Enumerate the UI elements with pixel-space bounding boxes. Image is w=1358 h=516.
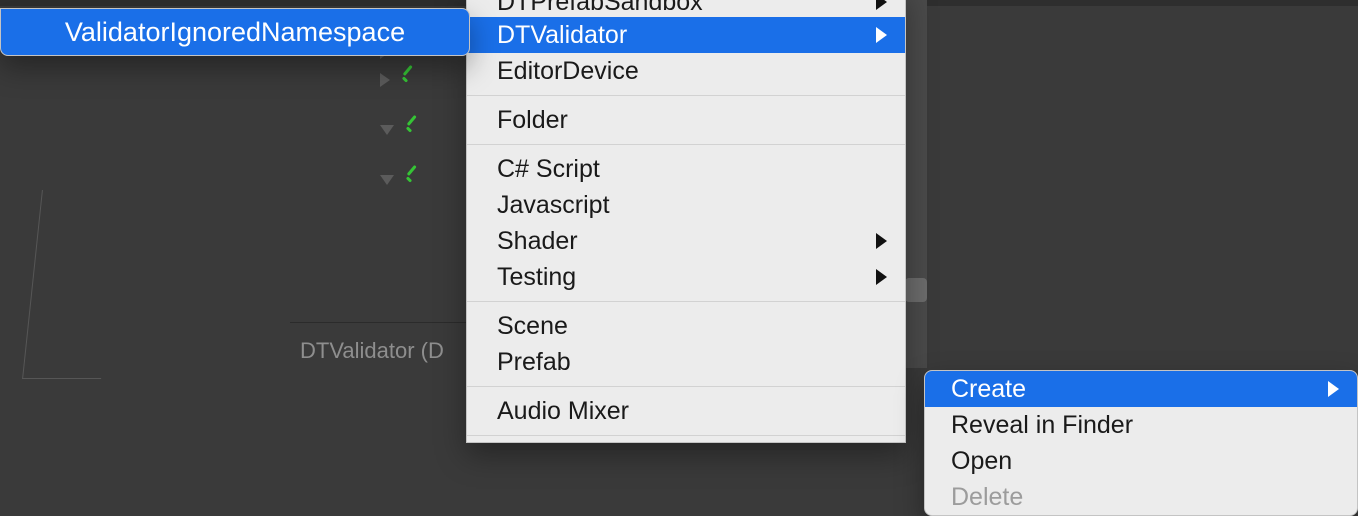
menu-separator [467, 95, 905, 96]
check-icon [404, 171, 422, 189]
asset-context-menu: Create Reveal in Finder Open Delete [924, 370, 1358, 516]
chevron-right-icon [876, 269, 887, 285]
check-icon [400, 71, 418, 89]
menu-item-folder[interactable]: Folder [467, 102, 905, 138]
menu-item-reveal-in-finder[interactable]: Reveal in Finder [925, 407, 1357, 443]
scrollbar-thumb[interactable] [905, 278, 927, 302]
menu-item-c-script[interactable]: C# Script [467, 151, 905, 187]
menu-item-dtvalidator[interactable]: DTValidator [467, 17, 905, 53]
menu-separator [467, 144, 905, 145]
menu-item-editordevice[interactable]: EditorDevice [467, 53, 905, 89]
menu-item-label: C# Script [497, 155, 600, 184]
validator-submenu: ValidatorIgnoredNamespace [0, 8, 470, 56]
asset-path-label: DTValidator (D [300, 338, 444, 364]
menu-item-prefab[interactable]: Prefab [467, 344, 905, 380]
menu-item-label: Folder [497, 106, 568, 135]
menu-item-label: Scene [497, 312, 568, 341]
menu-item-label: EditorDevice [497, 57, 639, 86]
menu-item-testing[interactable]: Testing [467, 259, 905, 295]
menu-item-label: Javascript [497, 191, 610, 220]
menu-item-label: Open [951, 447, 1012, 476]
menu-item-label: Delete [951, 483, 1023, 512]
menu-item-audio-mixer[interactable]: Audio Mixer [467, 393, 905, 429]
expand-arrow-right-icon[interactable] [380, 73, 390, 87]
menu-item-create[interactable]: Create [925, 371, 1357, 407]
menu-item-scene[interactable]: Scene [467, 308, 905, 344]
menu-separator [467, 435, 905, 436]
check-icon [404, 121, 422, 139]
menu-item-label: Reveal in Finder [951, 411, 1133, 440]
menu-item-label: Testing [497, 263, 576, 292]
menu-item-label: Audio Mixer [497, 397, 629, 426]
menu-item-validator-ignored-namespace[interactable]: ValidatorIgnoredNamespace [1, 9, 469, 55]
create-submenu: DTPrefabSandbox DTValidator EditorDevice F… [466, 0, 906, 443]
menu-item-cut-top[interactable]: DTPrefabSandbox [467, 0, 905, 17]
menu-separator [467, 386, 905, 387]
menu-separator [467, 301, 905, 302]
menu-item-javascript[interactable]: Javascript [467, 187, 905, 223]
chevron-right-icon [876, 0, 887, 10]
menu-item-shader[interactable]: Shader [467, 223, 905, 259]
expand-arrow-down-icon[interactable] [380, 175, 394, 185]
menu-item-label: DTValidator [497, 21, 627, 50]
chevron-right-icon [876, 233, 887, 249]
chevron-right-icon [876, 27, 887, 43]
chevron-right-icon [1328, 381, 1339, 397]
menu-item-open[interactable]: Open [925, 443, 1357, 479]
menu-item-label: Prefab [497, 348, 571, 377]
expand-arrow-down-icon[interactable] [380, 125, 394, 135]
menu-item-label: Shader [497, 227, 578, 256]
scrollbar-track [905, 0, 927, 368]
menu-item-delete: Delete [925, 479, 1357, 515]
menu-item-label: Create [951, 375, 1026, 404]
